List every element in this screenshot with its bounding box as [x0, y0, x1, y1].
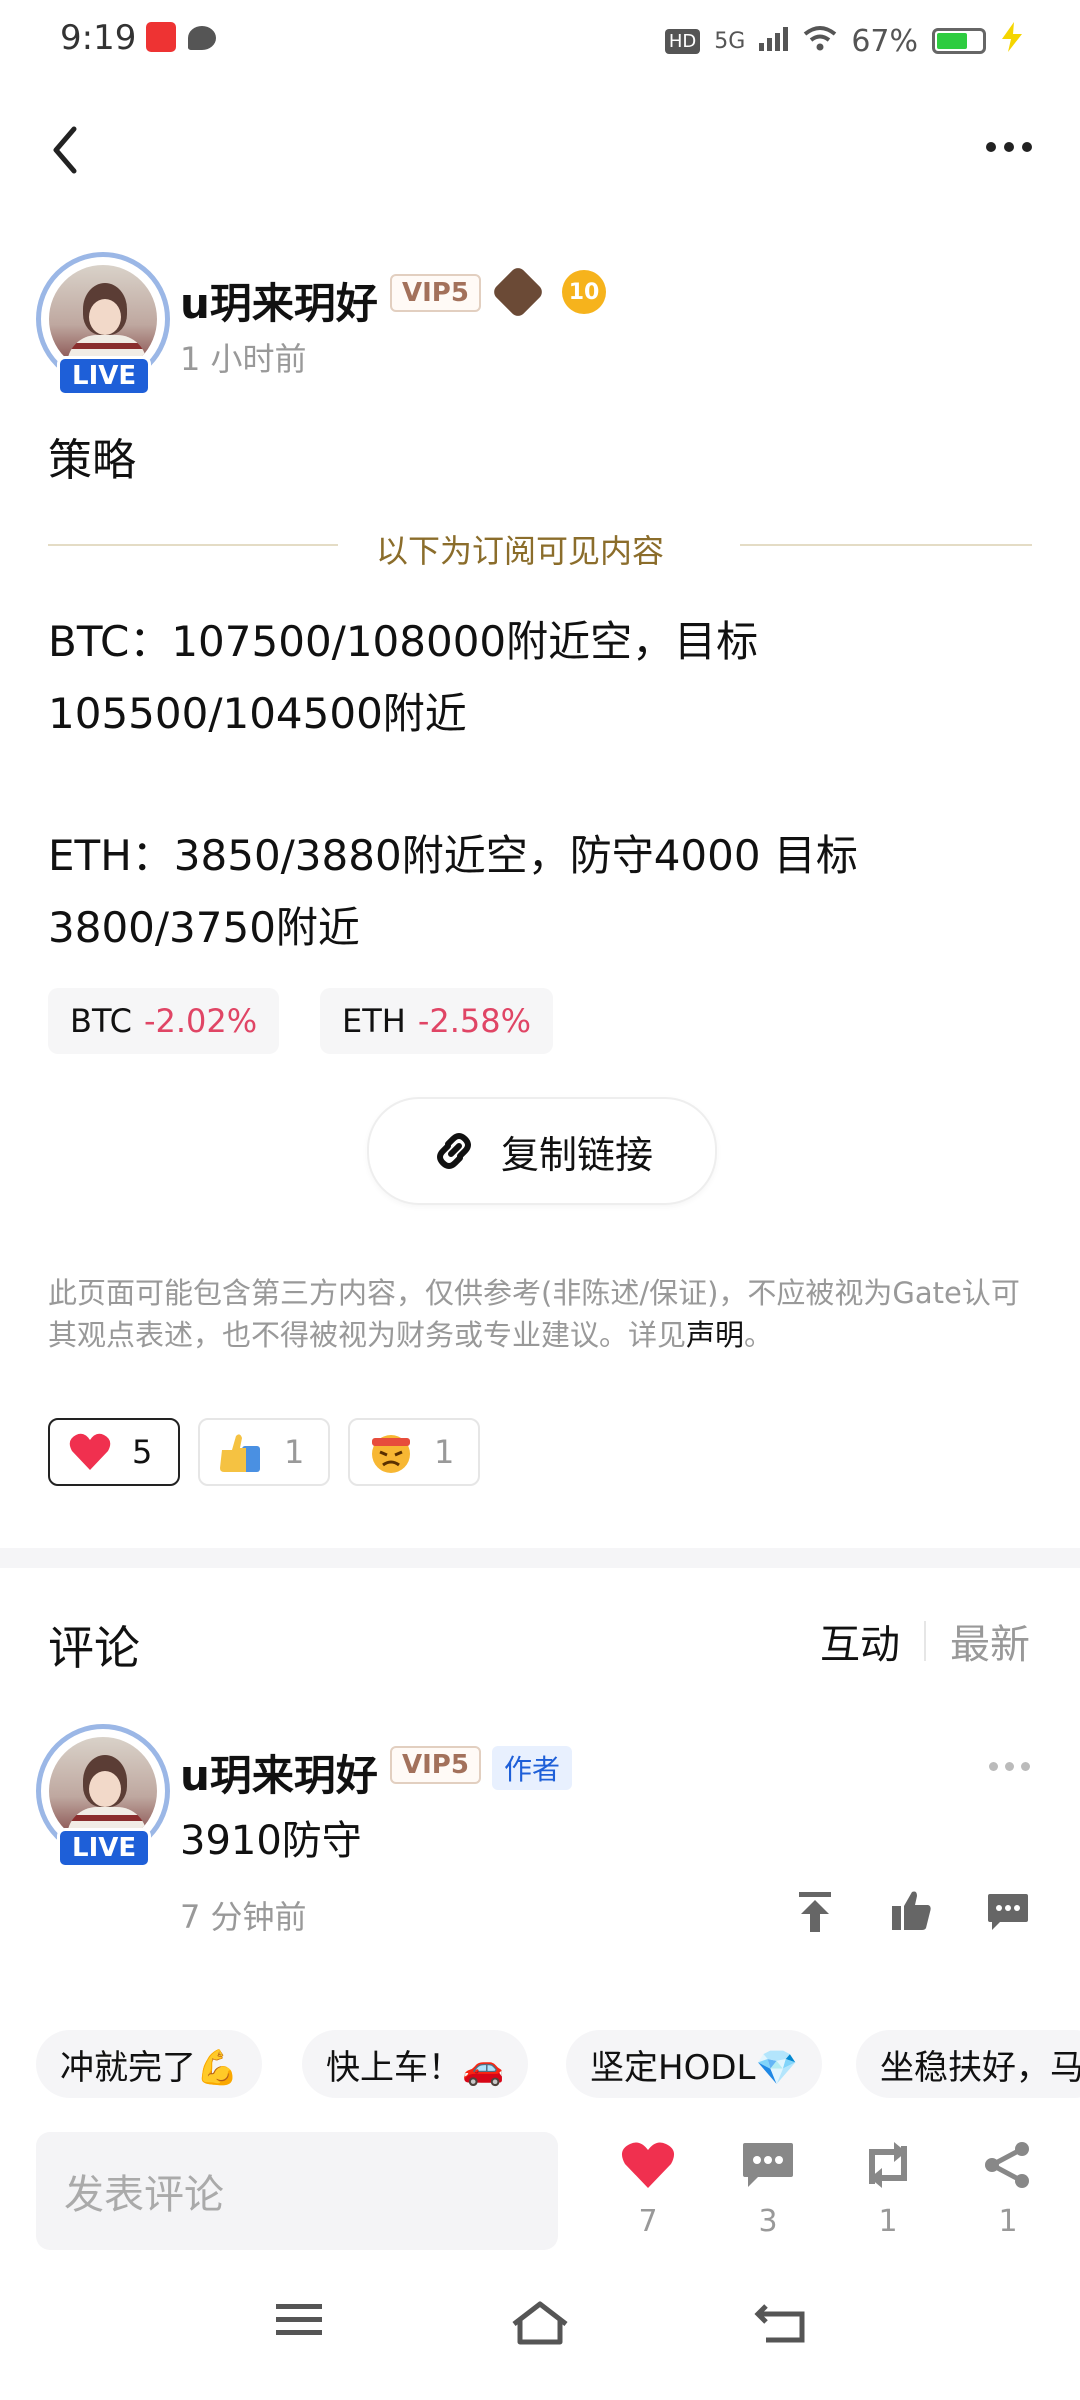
comment-icon — [743, 2143, 793, 2187]
post-title: 策略 — [48, 435, 136, 486]
more-options-button[interactable] — [986, 142, 1032, 152]
divider-left — [48, 544, 338, 546]
vip-badge: VIP5 — [390, 1746, 481, 1784]
repost-icon — [869, 2142, 907, 2188]
status-indicators: HD 5G 67% — [664, 22, 1024, 60]
copy-link-button[interactable]: 复制链接 — [367, 1097, 717, 1205]
menu-icon — [276, 2304, 322, 2335]
home-nav-button[interactable] — [510, 2300, 570, 2350]
reaction-count: 1 — [284, 1433, 305, 1471]
content-line-3: ETH：3850/3880附近空，防守4000 目标 — [48, 831, 858, 880]
message-notification-icon — [188, 26, 216, 50]
network-label: 5G — [714, 28, 746, 54]
level-badge: 10 — [562, 270, 606, 314]
subscriber-divider-text: 以下为订阅可见内容 — [376, 532, 665, 570]
quick-reply-chip[interactable]: 冲就完了💪 — [36, 2030, 263, 2098]
app-notification-icon — [146, 22, 176, 52]
comment-time: 7 分钟前 — [180, 1898, 307, 1936]
disclaimer-link[interactable]: 声明 — [686, 1318, 744, 1352]
thumbs-up-icon — [892, 1891, 931, 1930]
coin-change: -2.02% — [143, 1002, 258, 1040]
coin-change: -2.58% — [417, 1002, 532, 1040]
live-badge[interactable]: LIVE — [57, 1828, 152, 1868]
pin-comment-button[interactable] — [795, 1890, 835, 1938]
disclaimer-text: 此页面可能包含第三方内容，仅供参考(非陈述/保证)，不应被视为Gate认可其观点… — [48, 1276, 1020, 1352]
reply-comment-button[interactable] — [986, 1892, 1030, 1936]
author-name[interactable]: u玥来玥好 — [180, 270, 378, 331]
vip-badge: VIP5 — [390, 274, 481, 312]
comment-text: 3910防守 — [180, 1818, 362, 1864]
reaction-count: 1 — [434, 1433, 455, 1471]
home-icon — [512, 2301, 568, 2345]
live-badge[interactable]: LIVE — [57, 356, 152, 396]
like-comment-button[interactable] — [890, 1890, 932, 1936]
comment-count: 3 — [758, 2204, 778, 2239]
battery-percent: 67% — [851, 23, 918, 59]
chevron-left-icon — [53, 126, 77, 174]
quick-reply-chip[interactable]: 坐稳扶好，马 — [856, 2030, 1080, 2098]
reaction-thumbs-up[interactable]: 1 — [198, 1418, 330, 1486]
section-separator — [0, 1548, 1080, 1568]
sort-interactive-tab[interactable]: 互动 — [820, 1612, 900, 1670]
share-count: 1 — [998, 2204, 1018, 2239]
like-count: 7 — [638, 2204, 658, 2239]
coin-symbol: BTC — [70, 1002, 132, 1040]
sort-separator — [924, 1621, 926, 1661]
coin-symbol: ETH — [342, 1002, 406, 1040]
reaction-heart[interactable]: 5 — [48, 1418, 180, 1486]
pin-top-icon — [799, 1892, 831, 1932]
back-button[interactable] — [50, 125, 80, 179]
content-line-2: 105500/104500附近 — [48, 689, 467, 738]
reaction-angry[interactable]: 1 — [348, 1418, 480, 1486]
coin-tag-eth[interactable]: ETH -2.58% — [320, 988, 554, 1054]
rank-badge-icon — [490, 264, 546, 320]
like-post-button[interactable]: 7 — [608, 2140, 688, 2239]
quick-reply-chip[interactable]: 快上车！🚗 — [302, 2030, 529, 2098]
content-line-4: 3800/3750附近 — [48, 903, 360, 952]
hd-icon: HD — [664, 28, 701, 54]
repost-count: 1 — [878, 2204, 898, 2239]
copy-link-label: 复制链接 — [500, 1132, 653, 1177]
signal-icon — [759, 24, 789, 59]
repost-button[interactable]: 1 — [848, 2140, 928, 2239]
share-button[interactable]: 1 — [968, 2140, 1048, 2239]
thumbs-up-icon — [220, 1434, 260, 1472]
share-icon — [985, 2142, 1029, 2188]
charging-icon — [1000, 22, 1024, 60]
battery-icon — [932, 28, 986, 54]
comment-more-button[interactable] — [989, 1762, 1030, 1771]
comment-sort: 互动 最新 — [820, 1612, 1030, 1670]
disclaimer-end: 。 — [744, 1318, 774, 1352]
heart-icon — [69, 1433, 111, 1470]
menu-nav-button[interactable] — [276, 2300, 324, 2344]
divider-right — [740, 544, 1032, 546]
comment-input[interactable]: 发表评论 — [36, 2132, 558, 2250]
comment-icon — [988, 1894, 1028, 1930]
sort-latest-tab[interactable]: 最新 — [950, 1612, 1030, 1670]
status-time: 9:19 — [60, 18, 137, 58]
post-time: 1 小时前 — [180, 340, 307, 378]
back-arrow-icon — [754, 2304, 805, 2343]
link-icon — [437, 1133, 471, 1169]
commenter-name[interactable]: u玥来玥好 — [180, 1742, 378, 1803]
angry-face-icon — [372, 1435, 410, 1473]
back-nav-button[interactable] — [754, 2300, 808, 2350]
comments-title: 评论 — [48, 1621, 140, 1675]
quick-reply-chip[interactable]: 坚定HODL💎 — [566, 2030, 822, 2098]
content-line-1: BTC：107500/108000附近空，目标 — [48, 617, 759, 666]
wifi-icon — [803, 24, 837, 59]
author-tag: 作者 — [492, 1746, 573, 1790]
heart-icon — [621, 2142, 675, 2188]
reaction-count: 5 — [132, 1433, 153, 1471]
disclaimer: 此页面可能包含第三方内容，仅供参考(非陈述/保证)，不应被视为Gate认可其观点… — [48, 1272, 1028, 1356]
comment-post-button[interactable]: 3 — [728, 2140, 808, 2239]
coin-tag-btc[interactable]: BTC -2.02% — [48, 988, 280, 1054]
